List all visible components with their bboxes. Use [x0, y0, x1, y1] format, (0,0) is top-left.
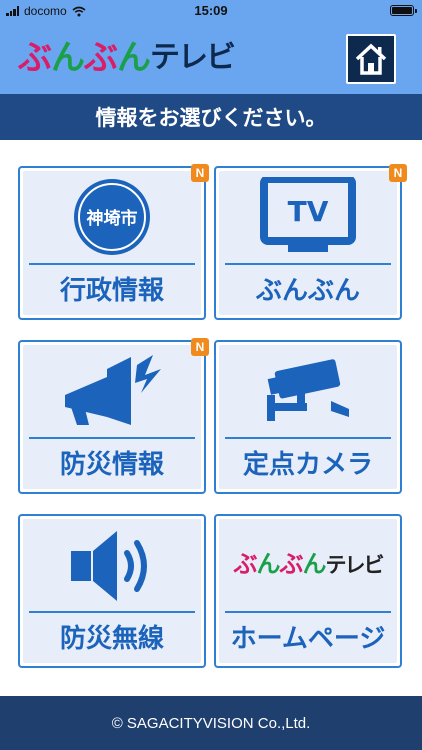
tile-label: 防災情報	[59, 450, 164, 480]
tile-disaster-info[interactable]: 防災情報	[18, 340, 206, 494]
speaker-icon	[23, 525, 201, 605]
new-badge: N	[191, 338, 209, 356]
bunbun-tv-logo: ぶんぶん テレビ	[233, 551, 385, 578]
security-camera-icon	[219, 351, 397, 431]
tile-disaster-radio[interactable]: 防災無線	[18, 514, 206, 668]
home-button[interactable]	[346, 34, 396, 84]
tile-label: 防災無線	[59, 624, 164, 654]
city-emblem-icon: 神埼市	[23, 177, 201, 257]
logo-tv-text: テレビ	[150, 40, 236, 75]
svg-text:TV: TV	[288, 195, 329, 228]
tile-administrative-info[interactable]: 神埼市 行政情報	[18, 166, 206, 320]
new-badge: N	[389, 164, 407, 182]
new-badge: N	[191, 164, 209, 182]
logo-kana: ぶんぶん	[18, 39, 151, 77]
tile-label: ホームページ	[230, 624, 386, 654]
battery-icon	[390, 5, 417, 16]
app-header: ぶんぶん テレビ	[0, 22, 422, 94]
tile-bunbun[interactable]: TV ぶんぶん	[214, 166, 402, 320]
footer-copyright: © SAGACITYVISION Co.,Ltd.	[0, 696, 422, 750]
status-time: 15:09	[194, 3, 228, 18]
page-title: 情報をお選びください。	[0, 94, 422, 140]
menu-grid: 神埼市 行政情報 N TV ぶんぶん N 防災情報 N 定点カメラ 防災無線 ぶ…	[0, 140, 422, 696]
bunbun-tv-logo: ぶんぶん テレビ	[18, 34, 236, 78]
tile-label: 定点カメラ	[242, 450, 373, 480]
status-bar: docomo 15:09	[0, 0, 422, 22]
tile-fixed-camera[interactable]: 定点カメラ	[214, 340, 402, 494]
home-icon	[355, 43, 387, 75]
tv-icon: TV	[219, 177, 397, 257]
tile-homepage[interactable]: ぶんぶん テレビ ホームページ	[214, 514, 402, 668]
tile-label: 行政情報	[59, 276, 164, 306]
svg-text:神埼市: 神埼市	[87, 208, 138, 229]
megaphone-icon	[23, 351, 201, 431]
tile-label: ぶんぶん	[255, 276, 360, 306]
